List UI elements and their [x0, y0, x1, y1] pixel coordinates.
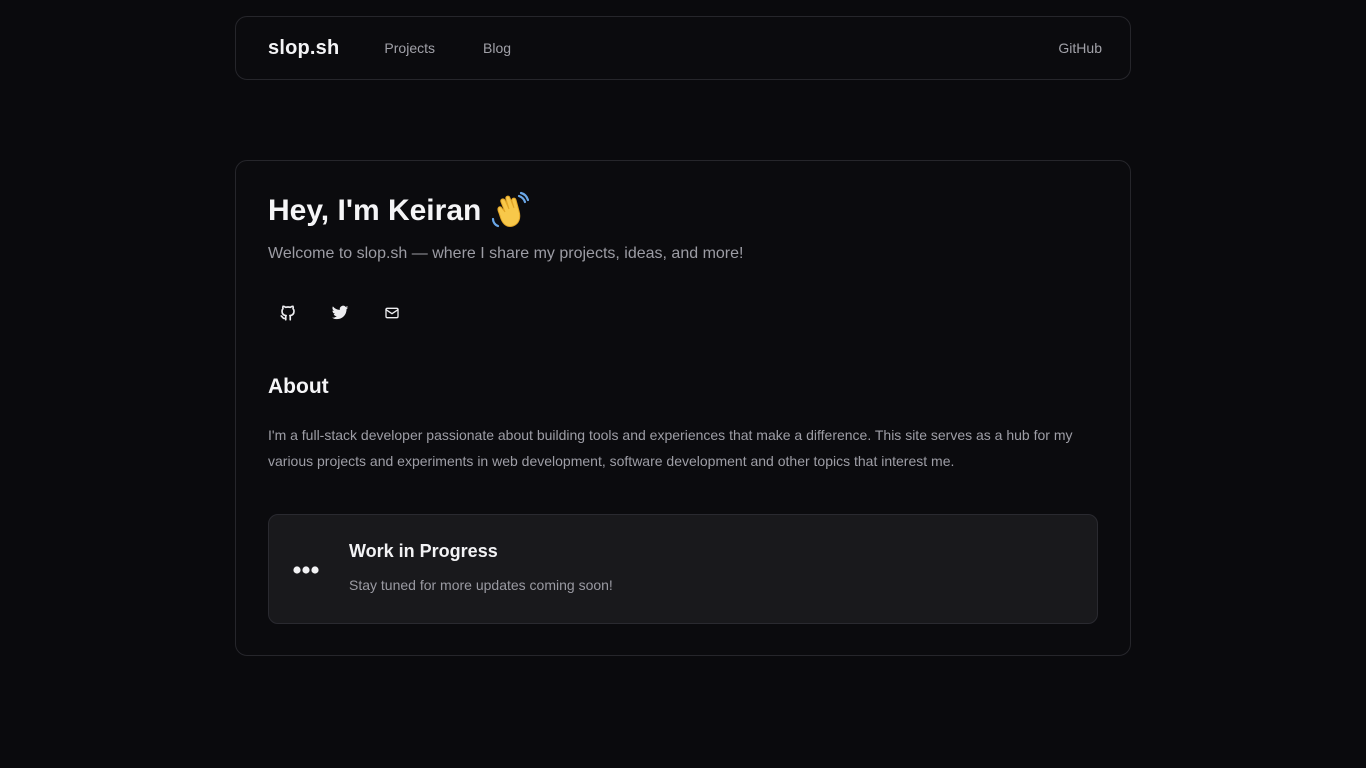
wip-title: Work in Progress	[349, 541, 498, 561]
github-icon[interactable]	[268, 293, 308, 333]
about-text: I'm a full-stack developer passionate ab…	[268, 427, 1073, 469]
social-links	[268, 293, 424, 333]
mail-icon[interactable]	[372, 293, 412, 333]
nav-link-blog[interactable]: Blog	[483, 40, 511, 56]
twitter-icon[interactable]	[320, 293, 360, 333]
top-navbar: slop.sh Projects Blog GitHub	[235, 16, 1131, 80]
about-heading: About	[268, 375, 329, 398]
hero-title: Hey, I'm Keiran	[268, 191, 530, 231]
nav-link-github[interactable]: GitHub	[1058, 40, 1102, 56]
brand-logo-link[interactable]: slop.sh	[268, 37, 339, 60]
wip-text: Stay tuned for more updates coming soon!	[349, 577, 613, 593]
hero-subtitle: Welcome to slop.sh — where I share my pr…	[268, 245, 744, 262]
work-in-progress-card: Work in Progress Stay tuned for more upd…	[268, 514, 1098, 624]
more-dots-icon	[293, 563, 319, 581]
waving-hand-icon	[489, 191, 530, 231]
nav-link-projects[interactable]: Projects	[384, 40, 435, 56]
main-card: Hey, I'm Keiran Welcome to slop.sh — whe…	[235, 160, 1131, 656]
hero-title-text: Hey, I'm Keiran	[268, 194, 482, 227]
